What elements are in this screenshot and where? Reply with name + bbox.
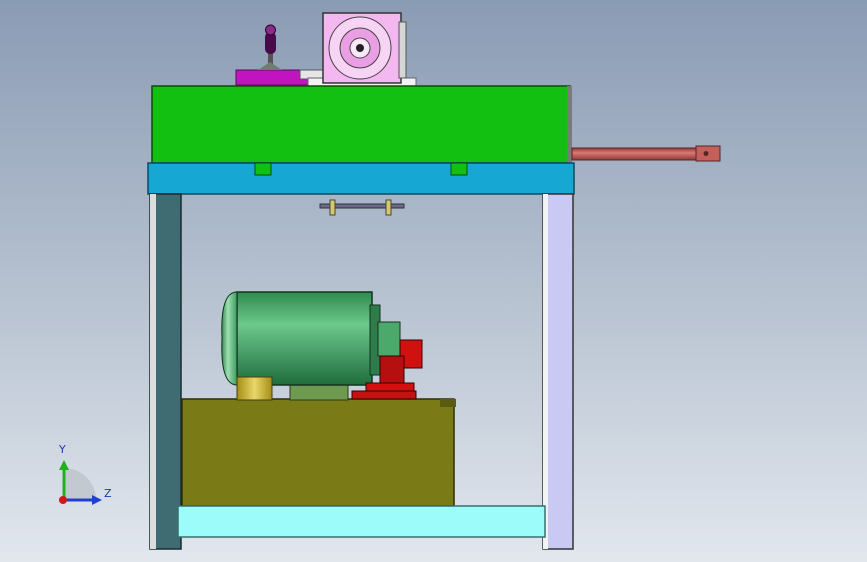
y-axis-label: Y (59, 443, 66, 456)
triad-quadrant (64, 468, 96, 500)
z-axis-label: Z (104, 487, 112, 500)
x-axis-point (59, 496, 67, 504)
orientation-triad (59, 460, 102, 505)
cad-viewport[interactable]: Y Z (0, 0, 867, 562)
z-axis-arrow (92, 495, 102, 505)
y-axis-arrow (59, 460, 69, 470)
